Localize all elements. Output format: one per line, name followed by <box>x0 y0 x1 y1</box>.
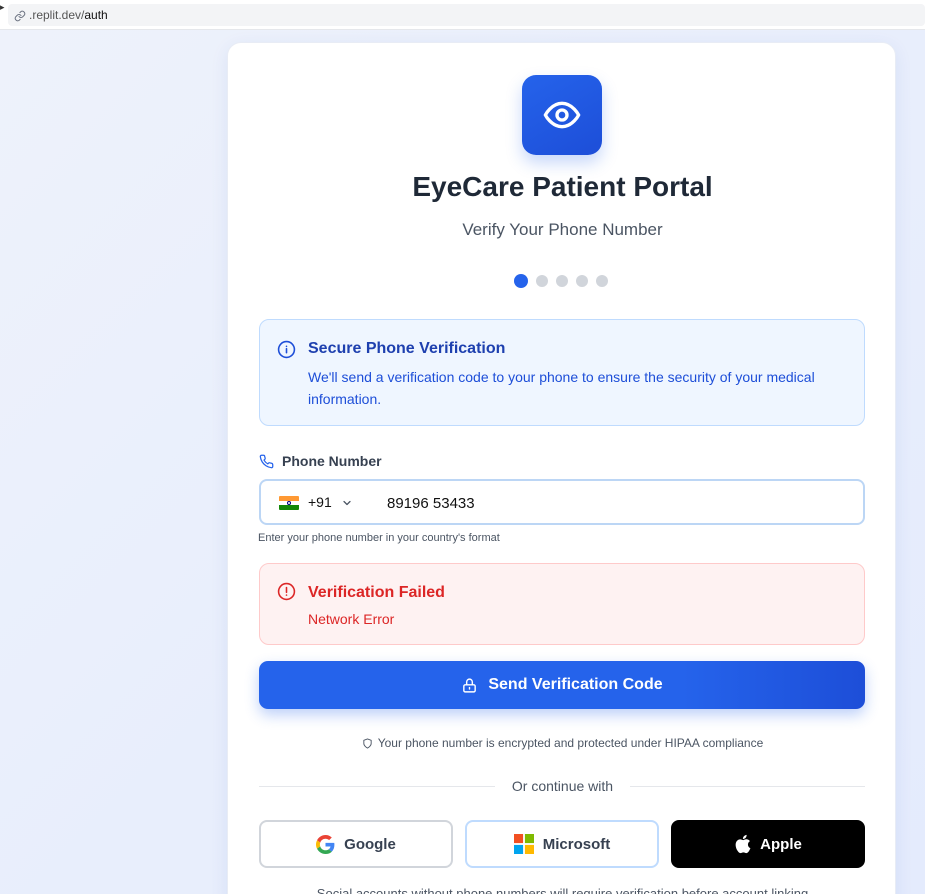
step-dot <box>596 275 608 287</box>
apple-signin-button[interactable]: Apple <box>671 820 865 868</box>
phone-hint: Enter your phone number in your country'… <box>258 532 500 544</box>
chevron-down-icon[interactable] <box>341 497 353 509</box>
step-dot <box>536 275 548 287</box>
microsoft-label: Microsoft <box>542 835 611 853</box>
apple-label: Apple <box>760 835 802 853</box>
phone-label: Phone Number <box>259 453 382 469</box>
url-path: auth <box>84 8 108 22</box>
alert-circle-icon <box>277 582 296 601</box>
step-indicator <box>514 274 608 288</box>
send-button-label: Send Verification Code <box>488 676 663 693</box>
link-icon <box>14 10 26 22</box>
google-icon <box>316 834 335 854</box>
page-title: EyeCare Patient Portal <box>412 171 713 202</box>
microsoft-icon <box>513 834 534 854</box>
lock-icon <box>463 677 477 693</box>
error-title: Verification Failed <box>308 584 445 601</box>
google-signin-button[interactable]: Google <box>259 820 453 868</box>
info-icon <box>277 340 296 359</box>
send-verification-button[interactable]: Send Verification Code <box>259 661 865 709</box>
phone-number-value[interactable]: 89196 53433 <box>387 495 475 512</box>
error-message: Network Error <box>308 611 395 627</box>
social-footnote: Social accounts without phone numbers wi… <box>228 886 897 894</box>
shield-icon <box>363 737 372 749</box>
phone-input[interactable]: +91 89196 53433 <box>259 479 865 525</box>
step-dot-active <box>514 274 528 288</box>
hipaa-note-text: Your phone number is encrypted and prote… <box>377 736 764 750</box>
footnote-text: Social accounts without phone numbers wi… <box>316 886 809 894</box>
step-dot <box>576 275 588 287</box>
apple-icon <box>735 834 751 854</box>
info-box: Secure Phone Verification We'll send a v… <box>259 319 865 426</box>
hipaa-note: Your phone number is encrypted and prote… <box>228 736 897 750</box>
error-alert: Verification Failed Network Error <box>259 563 865 645</box>
microsoft-signin-button[interactable]: Microsoft <box>465 820 659 868</box>
info-title: Secure Phone Verification <box>308 340 506 357</box>
divider-text: Or continue with <box>511 778 614 794</box>
eye-icon <box>543 101 581 129</box>
country-code[interactable]: +91 <box>308 494 332 510</box>
page-subtitle: Verify Your Phone Number <box>462 220 663 239</box>
auth-card: EyeCare Patient Portal Verify Your Phone… <box>227 42 896 894</box>
step-dot <box>556 275 568 287</box>
india-flag-icon[interactable] <box>279 496 299 510</box>
address-field[interactable]: .replit.dev/auth <box>8 4 925 26</box>
browser-url-bar[interactable]: ▸ .replit.dev/auth <box>0 0 925 30</box>
url-prefix: .replit.dev/ <box>29 8 85 22</box>
app-logo <box>522 75 602 155</box>
google-label: Google <box>344 835 396 853</box>
phone-label-text: Phone Number <box>282 453 382 469</box>
info-text: We'll send a verification code to your p… <box>308 369 815 407</box>
cursor-marker: ▸ <box>0 2 5 12</box>
phone-icon <box>259 454 274 468</box>
